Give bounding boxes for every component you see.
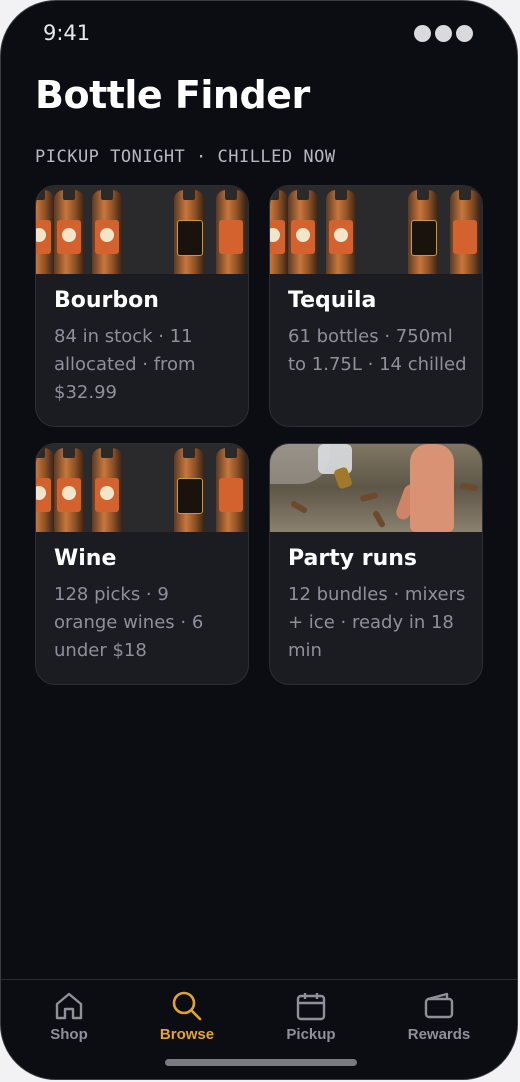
- search-icon: [172, 991, 202, 1021]
- home-icon: [55, 992, 83, 1020]
- category-title: Bourbon: [54, 288, 159, 313]
- category-description: 12 bundles · mixers + ice · ready in 18 …: [288, 584, 466, 661]
- wallet-icon: [424, 992, 454, 1019]
- calendar-icon: [296, 993, 326, 1021]
- tab-rewards[interactable]: Rewards: [389, 990, 489, 1043]
- status-time: 9:41: [43, 21, 91, 45]
- tab-label: Shop: [50, 1026, 88, 1043]
- category-card-wine[interactable]: Wine 128 picks · 9 orange wines · 6 unde…: [35, 443, 249, 685]
- category-title: Wine: [54, 546, 117, 571]
- tab-browse[interactable]: Browse: [137, 990, 237, 1043]
- category-title: Party runs: [288, 546, 418, 571]
- category-image: [270, 444, 482, 532]
- home-indicator[interactable]: [165, 1059, 357, 1066]
- page-title: Bottle Finder: [35, 73, 310, 117]
- tab-label: Pickup: [286, 1026, 336, 1043]
- tab-pickup[interactable]: Pickup: [261, 990, 361, 1043]
- status-dot: [456, 25, 473, 42]
- category-image: [36, 186, 248, 274]
- category-title: Tequila: [288, 288, 377, 313]
- category-card-party-runs[interactable]: Party runs 12 bundles · mixers + ice · r…: [269, 443, 483, 685]
- category-image: [36, 444, 248, 532]
- phone-frame: 9:41 Bottle Finder PICKUP TONIGHT · CHIL…: [0, 0, 518, 1080]
- tab-shop[interactable]: Shop: [19, 990, 119, 1043]
- page-subtitle: PICKUP TONIGHT · CHILLED NOW: [35, 147, 336, 167]
- tab-label: Browse: [159, 1026, 215, 1043]
- category-description: 128 picks · 9 orange wines · 6 under $18: [54, 584, 204, 661]
- category-card-tequila[interactable]: Tequila 61 bottles · 750ml to 1.75L · 14…: [269, 185, 483, 427]
- category-image: [270, 186, 482, 274]
- category-card-bourbon[interactable]: Bourbon 84 in stock · 11 allocated · fro…: [35, 185, 249, 427]
- status-dot: [414, 25, 431, 42]
- category-description: 61 bottles · 750ml to 1.75L · 14 chilled: [288, 326, 467, 375]
- status-dot: [435, 25, 452, 42]
- category-description: 84 in stock · 11 allocated · from $32.99: [54, 326, 196, 403]
- status-indicators: [414, 25, 473, 42]
- tab-label: Rewards: [407, 1026, 471, 1043]
